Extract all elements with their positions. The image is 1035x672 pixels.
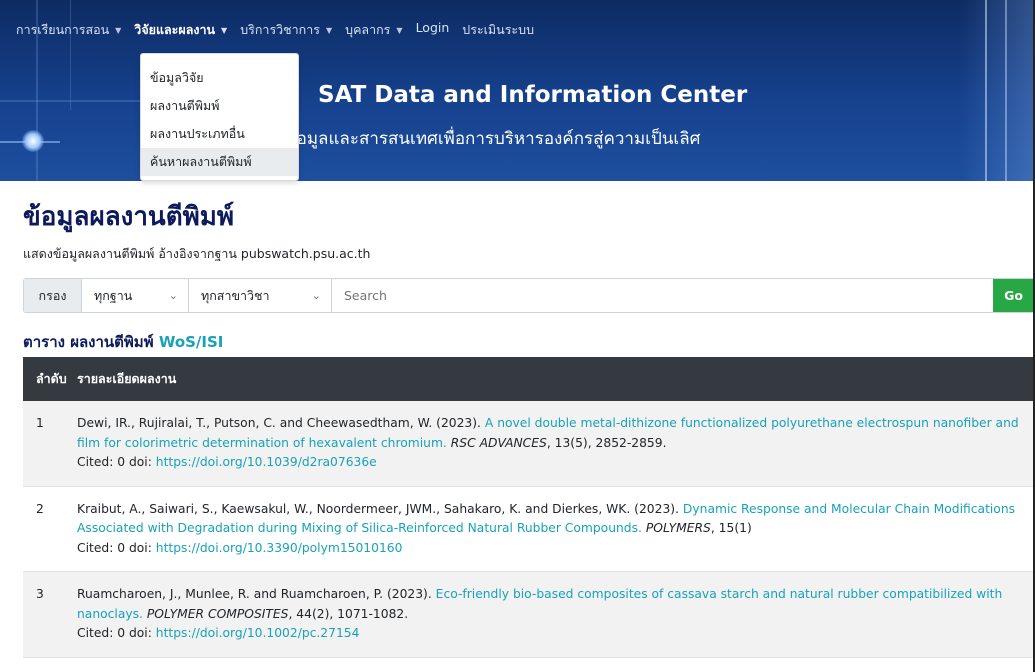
row-number: 3 — [36, 587, 44, 601]
chevron-down-icon: ⌄ — [311, 289, 321, 302]
page-description: แสดงข้อมูลผลงานตีพิมพ์ อ้างอิงจากฐาน pub… — [23, 246, 371, 261]
pub-doi-link[interactable]: https://doi.org/10.1002/pc.27154 — [156, 626, 360, 640]
nav-item-evaluate[interactable]: ประเมินระบบ — [462, 20, 534, 40]
pub-details: , 15(1) — [710, 521, 752, 535]
pub-cited: Cited: 0 doi: — [77, 626, 152, 640]
database-select-value: ทุกฐาน — [94, 287, 133, 303]
caret-down-icon: ▼ — [396, 25, 403, 35]
caret-down-icon: ▼ — [221, 25, 228, 35]
go-button[interactable]: Go — [993, 279, 1034, 312]
site-subtitle: ข้อมูลและสารสนเทศเพื่อการบริหารองค์กรสู่… — [285, 129, 701, 149]
pub-cited: Cited: 0 doi: — [77, 540, 152, 555]
site-title: SAT Data and Information Center — [318, 82, 748, 108]
search-input[interactable] — [332, 279, 993, 312]
nav-item-label: ประเมินระบบ — [462, 22, 535, 37]
column-header-no: ลำดับ — [36, 371, 67, 386]
table-row: 1 Dewi, IR., Rujiralai, T., Putson, C. a… — [23, 401, 1035, 487]
nav-item-label: การเรียนการสอน — [16, 22, 110, 37]
caret-down-icon: ▼ — [115, 25, 122, 35]
pub-authors: Dewi, IR., Rujiralai, T., Putson, C. and… — [77, 416, 481, 430]
column-header-details: รายละเอียดผลงาน — [77, 371, 177, 386]
row-number: 2 — [36, 501, 44, 516]
dropdown-item-search-publications[interactable]: ค้นหาผลงานตีพิมพ์ — [141, 148, 298, 176]
table-title-source: WoS/ISI — [158, 333, 224, 351]
filter-bar: กรอง ทุกฐาน ⌄ ทุกสาขาวิชา ⌄ Go — [23, 278, 1035, 313]
pub-cited: Cited: 0 doi: — [77, 455, 152, 469]
row-details: Dewi, IR., Rujiralai, T., Putson, C. and… — [77, 401, 1035, 486]
chevron-down-icon: ⌄ — [168, 289, 178, 302]
row-details: Kraibut, A., Saiwari, S., Kaewsakul, W.,… — [77, 487, 1035, 572]
pub-doi-link[interactable]: https://doi.org/10.3390/polym15010160 — [156, 541, 403, 555]
dropdown-item-publications[interactable]: ผลงานตีพิมพ์ — [141, 92, 298, 120]
table-header: ลำดับ รายละเอียดผลงาน — [23, 357, 1035, 401]
dropdown-item-other-works[interactable]: ผลงานประเภทอื่น — [141, 120, 298, 148]
pub-journal: POLYMER COMPOSITES — [146, 606, 289, 621]
pub-authors: Kraibut, A., Saiwari, S., Kaewsakul, W.,… — [77, 501, 679, 516]
table-row: 3 Ruamcharoen, J., Munlee, R. and Ruamch… — [23, 572, 1035, 658]
nav-item-academic-service[interactable]: บริการวิชาการ ▼ — [240, 20, 332, 40]
dropdown-item-research-data[interactable]: ข้อมูลวิจัย — [141, 64, 298, 92]
publications-table: ลำดับ รายละเอียดผลงาน 1 Dewi, IR., Rujir… — [23, 357, 1035, 658]
database-select[interactable]: ทุกฐาน ⌄ — [82, 279, 189, 312]
pub-details: , 13(5), 2852-2859. — [546, 435, 667, 450]
row-number: 1 — [36, 416, 44, 430]
nav-item-label: บริการวิชาการ — [240, 22, 320, 37]
table-title-prefix: ตาราง ผลงานตีพิมพ์ — [23, 333, 154, 351]
banner-glow — [22, 130, 44, 152]
pub-authors: Ruamcharoen, J., Munlee, R. and Ruamchar… — [77, 587, 432, 601]
subject-select-value: ทุกสาขาวิชา — [201, 287, 270, 303]
nav-item-login[interactable]: Login — [416, 20, 450, 35]
caret-down-icon: ▼ — [325, 25, 333, 35]
research-dropdown-menu: ข้อมูลวิจัย ผลงานตีพิมพ์ ผลงานประเภทอื่น… — [140, 53, 299, 181]
row-details: Ruamcharoen, J., Munlee, R. and Ruamchar… — [77, 572, 1035, 657]
nav-item-label: Login — [415, 20, 450, 35]
table-title: ตาราง ผลงานตีพิมพ์ WoS/ISI — [23, 330, 223, 354]
pub-journal: RSC ADVANCES — [450, 435, 547, 450]
nav-item-research[interactable]: วิจัยและผลงาน ▼ — [134, 20, 227, 40]
filter-label: กรอง — [24, 279, 82, 312]
pub-journal: POLYMERS — [645, 521, 711, 535]
subject-select[interactable]: ทุกสาขาวิชา ⌄ — [189, 279, 332, 312]
pub-doi-link[interactable]: https://doi.org/10.1039/d2ra07636e — [156, 455, 377, 469]
nav-item-teaching[interactable]: การเรียนการสอน ▼ — [16, 20, 121, 40]
page-title: ข้อมูลผลงานตีพิมพ์ — [23, 202, 234, 232]
table-row: 2 Kraibut, A., Saiwari, S., Kaewsakul, W… — [23, 487, 1035, 572]
pub-details: , 44(2), 1071-1082. — [288, 606, 409, 621]
nav-item-label: วิจัยและผลงาน — [134, 22, 216, 37]
nav-item-label: บุคลากร — [345, 22, 391, 37]
nav-item-personnel[interactable]: บุคลากร ▼ — [345, 20, 402, 40]
